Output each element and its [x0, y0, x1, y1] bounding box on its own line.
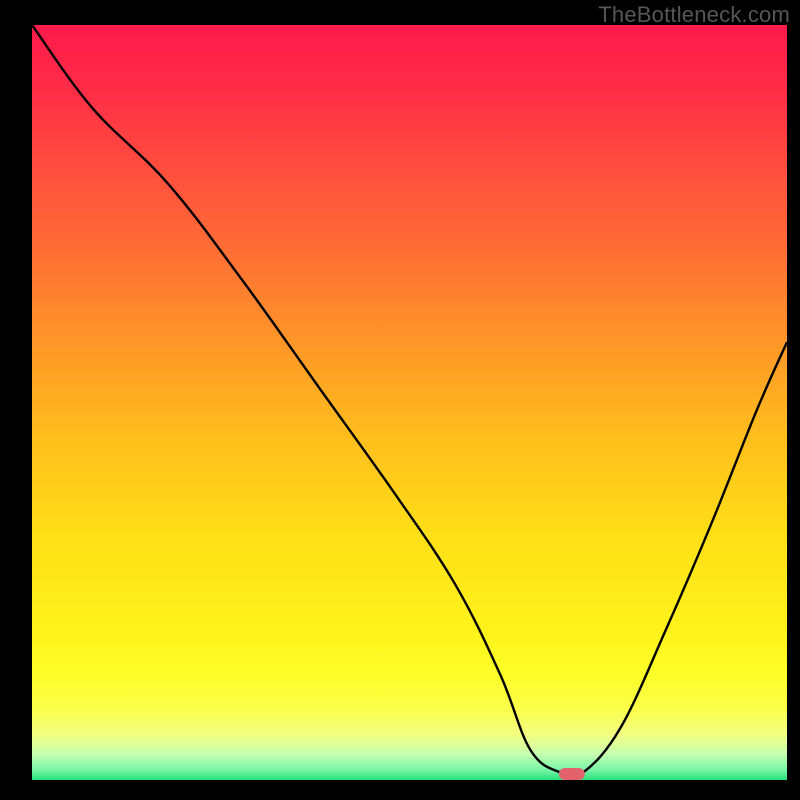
chart-frame: TheBottleneck.com — [0, 0, 800, 800]
optimal-marker — [559, 768, 585, 780]
watermark-text: TheBottleneck.com — [598, 2, 790, 28]
plot-background — [32, 25, 787, 780]
bottleneck-chart — [0, 0, 800, 800]
